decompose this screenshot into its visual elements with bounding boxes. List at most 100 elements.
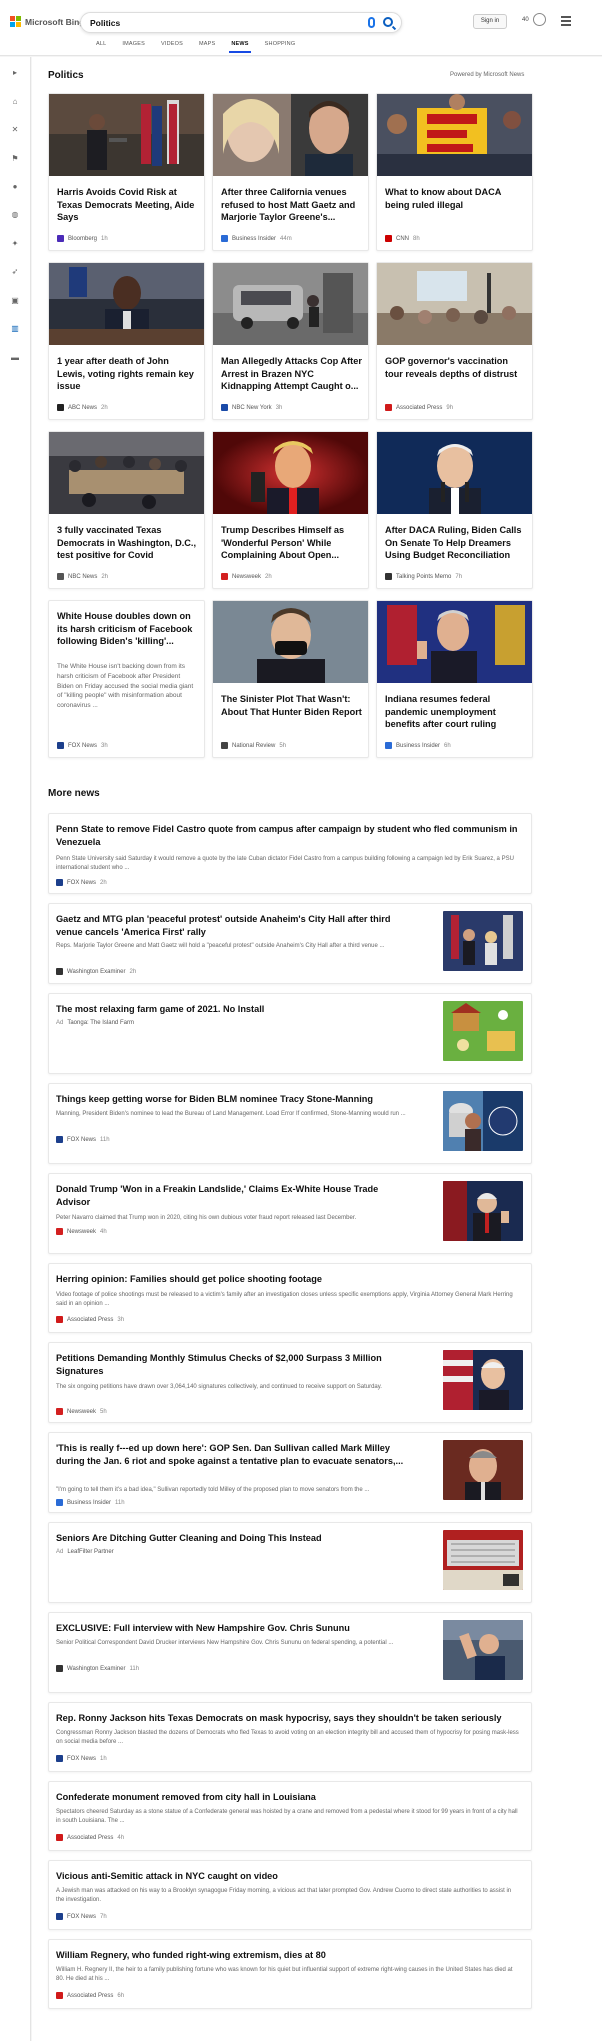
politics-building-icon[interactable]: ▥ <box>10 324 20 334</box>
time-ago: 2h <box>129 968 137 975</box>
flag-icon[interactable]: ⚑ <box>10 154 20 164</box>
news-card-title[interactable]: What to know about DACA being ruled ille… <box>385 186 526 211</box>
rewards-points[interactable]: 40 <box>522 17 529 23</box>
news-card[interactable]: After DACA Ruling, Biden Calls On Senate… <box>376 431 533 589</box>
news-list-item[interactable]: 'This is really f---ed up down here': GO… <box>48 1432 532 1513</box>
news-card[interactable]: GOP governor's vaccination tour reveals … <box>376 262 533 420</box>
expand-sidebar-icon[interactable]: ▸ <box>10 68 20 78</box>
news-list-item[interactable]: Donald Trump 'Won in a Freakin Landslide… <box>48 1173 532 1254</box>
source-name: Newsweek <box>67 1228 97 1235</box>
news-source: Business Insider 11h <box>56 1499 125 1506</box>
news-list-item[interactable]: Penn State to remove Fidel Castro quote … <box>48 813 532 894</box>
news-title[interactable]: Donald Trump 'Won in a Freakin Landslide… <box>56 1183 396 1208</box>
source-name: LeafFilter Partner <box>67 1549 114 1555</box>
news-card[interactable]: Harris Avoids Covid Risk at Texas Democr… <box>48 93 205 251</box>
news-title[interactable]: William Regnery, who funded right-wing e… <box>56 1949 526 1962</box>
news-card[interactable]: What to know about DACA being ruled ille… <box>376 93 533 251</box>
location-pin-icon[interactable]: ● <box>10 182 20 192</box>
news-image <box>377 432 532 514</box>
cross-arrows-icon[interactable]: ✕ <box>10 125 20 135</box>
tab-videos[interactable]: VIDEOS <box>153 40 191 56</box>
globe-icon[interactable]: ◍ <box>10 210 20 220</box>
tab-all[interactable]: ALL <box>88 40 114 56</box>
news-title[interactable]: Petitions Demanding Monthly Stimulus Che… <box>56 1352 396 1377</box>
search-box[interactable]: Politics <box>80 12 402 33</box>
news-title[interactable]: Penn State to remove Fidel Castro quote … <box>56 823 526 848</box>
news-card-title[interactable]: 3 fully vaccinated Texas Democrats in Wa… <box>57 524 198 562</box>
film-icon[interactable]: ▣ <box>10 296 20 306</box>
news-card[interactable]: The Sinister Plot That Wasn't: About Tha… <box>212 600 369 758</box>
news-list-item[interactable]: Petitions Demanding Monthly Stimulus Che… <box>48 1342 532 1423</box>
news-title[interactable]: Gaetz and MTG plan 'peaceful protest' ou… <box>56 913 416 938</box>
microsoft-logo-icon <box>10 16 21 27</box>
news-card[interactable]: 1 year after death of John Lewis, voting… <box>48 262 205 420</box>
hamburger-menu-icon[interactable] <box>561 16 571 28</box>
news-card-title[interactable]: Harris Avoids Covid Risk at Texas Democr… <box>57 186 198 224</box>
news-card-title[interactable]: Indiana resumes federal pandemic unemplo… <box>385 693 526 731</box>
news-card[interactable]: After three California venues refused to… <box>212 93 369 251</box>
news-title[interactable]: Things keep getting worse for Biden BLM … <box>56 1093 416 1106</box>
time-ago: 6h <box>444 742 451 749</box>
news-list-item[interactable]: Gaetz and MTG plan 'peaceful protest' ou… <box>48 903 532 984</box>
news-title[interactable]: 'This is really f---ed up down here': GO… <box>56 1442 406 1467</box>
news-card-title[interactable]: 1 year after death of John Lewis, voting… <box>57 355 198 393</box>
news-source: FOX News 7h <box>56 1913 107 1920</box>
news-list-item[interactable]: Vicious anti-Semitic attack in NYC caugh… <box>48 1860 532 1930</box>
news-list-item[interactable]: Herring opinion: Families should get pol… <box>48 1263 532 1333</box>
source-name: Associated Press <box>67 1316 114 1323</box>
news-card-title[interactable]: White House doubles down on its harsh cr… <box>57 610 198 648</box>
source-logo-icon <box>385 742 392 749</box>
source-name: Business Insider <box>232 235 277 242</box>
tab-news[interactable]: NEWS <box>223 40 256 56</box>
search-icon[interactable] <box>383 17 393 27</box>
tab-images[interactable]: IMAGES <box>114 40 153 56</box>
search-input[interactable]: Politics <box>90 18 120 28</box>
news-list-item[interactable]: Things keep getting worse for Biden BLM … <box>48 1083 532 1164</box>
news-card-title[interactable]: The Sinister Plot That Wasn't: About Tha… <box>221 693 362 718</box>
bing-logo[interactable]: Microsoft Bing <box>10 16 85 27</box>
time-ago: 2h <box>101 404 108 411</box>
news-title[interactable]: Confederate monument removed from city h… <box>56 1791 526 1804</box>
news-card-title[interactable]: Man Allegedly Attacks Cop After Arrest i… <box>221 355 362 393</box>
wallet-icon[interactable]: ▬ <box>10 353 20 363</box>
search-tabs: ALL IMAGES VIDEOS MAPS NEWS SHOPPING <box>88 40 303 56</box>
news-list-item[interactable]: William Regnery, who funded right-wing e… <box>48 1939 532 2009</box>
news-list-item[interactable]: Seniors Are Ditching Gutter Cleaning and… <box>48 1522 532 1603</box>
news-snippet: Spectators cheered Saturday as a stone s… <box>56 1809 518 1824</box>
running-icon[interactable]: ✦ <box>10 239 20 249</box>
microphone-icon[interactable] <box>368 17 375 28</box>
news-title[interactable]: Herring opinion: Families should get pol… <box>56 1273 526 1286</box>
news-card-title[interactable]: Trump Describes Himself as 'Wonderful Pe… <box>221 524 362 562</box>
news-thumbnail <box>443 1440 523 1500</box>
news-title[interactable]: Seniors Are Ditching Gutter Cleaning and… <box>56 1532 416 1545</box>
source-name: Newsweek <box>67 1408 97 1415</box>
source-name: CNN <box>396 235 409 242</box>
news-title[interactable]: Vicious anti-Semitic attack in NYC caugh… <box>56 1870 526 1883</box>
tab-shopping[interactable]: SHOPPING <box>257 40 304 56</box>
news-list-item[interactable]: Rep. Ronny Jackson hits Texas Democrats … <box>48 1702 532 1772</box>
news-list-item[interactable]: The most relaxing farm game of 2021. No … <box>48 993 532 1074</box>
news-card[interactable]: 3 fully vaccinated Texas Democrats in Wa… <box>48 431 205 589</box>
news-card[interactable]: White House doubles down on its harsh cr… <box>48 600 205 758</box>
source-name: FOX News <box>67 879 97 886</box>
news-card-title[interactable]: After DACA Ruling, Biden Calls On Senate… <box>385 524 526 562</box>
news-title[interactable]: The most relaxing farm game of 2021. No … <box>56 1003 416 1016</box>
news-source: Newsweek 2h <box>221 573 272 580</box>
rewards-trophy-icon[interactable] <box>533 13 546 26</box>
time-ago: 11h <box>115 1499 125 1506</box>
news-list-item[interactable]: Confederate monument removed from city h… <box>48 1781 532 1851</box>
news-list-item[interactable]: EXCLUSIVE: Full interview with New Hamps… <box>48 1612 532 1693</box>
rocket-icon[interactable]: ➶ <box>10 267 20 277</box>
source-logo-icon <box>57 573 64 580</box>
news-card[interactable]: Indiana resumes federal pandemic unemplo… <box>376 600 533 758</box>
tab-maps[interactable]: MAPS <box>191 40 223 56</box>
home-icon[interactable]: ⌂ <box>10 97 20 107</box>
sign-in-button[interactable]: Sign in <box>473 14 507 29</box>
news-title[interactable]: Rep. Ronny Jackson hits Texas Democrats … <box>56 1712 526 1725</box>
news-card[interactable]: Man Allegedly Attacks Cop After Arrest i… <box>212 262 369 420</box>
news-card-title[interactable]: After three California venues refused to… <box>221 186 362 224</box>
source-logo-icon <box>56 1665 63 1672</box>
news-card[interactable]: Trump Describes Himself as 'Wonderful Pe… <box>212 431 369 589</box>
news-title[interactable]: EXCLUSIVE: Full interview with New Hamps… <box>56 1622 416 1635</box>
news-card-title[interactable]: GOP governor's vaccination tour reveals … <box>385 355 526 380</box>
